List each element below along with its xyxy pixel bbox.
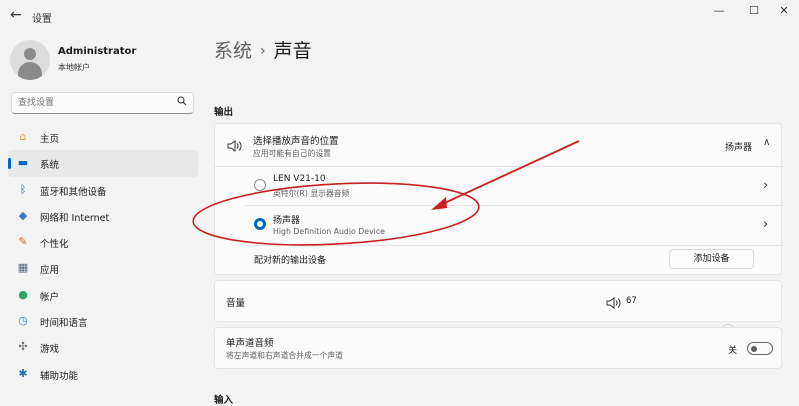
window-title: 设置 [32,14,52,25]
choose-output-title: 选择播放声音的位置 [253,136,339,147]
sidebar-item-account[interactable]: ● 帐户 [8,282,198,308]
search-box[interactable] [11,92,194,114]
output-device-len[interactable]: LEN V21-10 英特尔(R) 显示器音频 › [215,167,783,205]
sidebar-item-label: 主页 [40,134,60,145]
choose-output-subtitle: 应用可能有自己的设置 [253,149,331,158]
clock-globe-icon: ◷ [18,314,28,328]
volume-value: 67 [626,296,637,306]
volume-icon[interactable] [605,295,621,314]
accessibility-icon: ✱ [18,366,28,380]
sidebar-item-label: 个性化 [40,239,69,251]
pair-output-label: 配对新的输出设备 [254,256,327,266]
brush-icon: ✎ [18,235,28,249]
sidebar-item-bluetooth[interactable]: ᛒ 蓝牙和其他设备 [8,177,198,203]
sidebar-item-brush[interactable]: ✎ 个性化 [8,229,198,255]
sidebar-item-label: 帐户 [40,291,60,303]
maximize-button[interactable]: ☐ [739,4,769,20]
sidebar-item-accessibility[interactable]: ✱ 辅助功能 [8,361,198,387]
sidebar-item-label: 游戏 [40,344,60,356]
add-device-button[interactable]: 添加设备 [669,249,754,269]
input-heading: 输入 [214,395,234,406]
nav-list: ⌂ 主页 ▬ 系统 ᛒ 蓝牙和其他设备 ◆ 网络和 Internet ✎ 个性化 ▦ 应用 ● 帐户 ◷ 时间… [8,124,198,387]
account-type: 本地帐户 [58,63,90,72]
sidebar-item-label: 系统 [40,160,60,172]
speaker-icon [226,138,242,157]
sidebar-item-system[interactable]: ▬ 系统 [8,150,198,177]
breadcrumb-separator: › [260,43,266,59]
volume-card: 音量 67 [214,280,782,322]
breadcrumb: 系统 › 声音 [214,36,312,63]
gamepad-icon: ✣ [18,340,28,354]
sidebar-item-label: 蓝牙和其他设备 [40,186,107,198]
search-icon[interactable] [177,96,187,109]
mono-audio-card: 单声道音频 将左声道和右声道合并成一个声道 关 [214,327,782,369]
mono-audio-toggle[interactable] [747,342,773,355]
search-input[interactable] [18,96,168,110]
sidebar-item-label: 网络和 Internet [40,212,110,224]
chevron-right-icon[interactable]: › [763,217,768,232]
output-card: 选择播放声音的位置 应用可能有自己的设置 扬声器 ∧ LEN V21-10 英特… [214,123,783,275]
device-name-speaker: 扬声器 [273,216,301,226]
back-arrow-icon[interactable]: ← [10,7,22,23]
mono-audio-state: 关 [728,346,738,356]
sidebar-item-apps[interactable]: ▦ 应用 [8,255,198,281]
sidebar-item-label: 辅助功能 [40,370,79,382]
radio-len[interactable] [254,179,266,191]
sidebar-item-gamepad[interactable]: ✣ 游戏 [8,334,198,360]
device-name-len: LEN V21-10 [273,174,326,184]
main-content: 系统 › 声音 输出 选择播放声音的位置 应用可能有自己的设置 扬声器 ∧ LEN … [214,32,784,406]
close-button[interactable]: ✕ [769,4,799,20]
sidebar-item-clock-globe[interactable]: ◷ 时间和语言 [8,308,198,334]
volume-label: 音量 [226,298,246,309]
home-icon: ⌂ [19,130,27,143]
apps-icon: ▦ [17,261,29,275]
radio-speaker[interactable] [254,218,266,230]
user-profile[interactable]: Administrator 本地帐户 [10,40,200,84]
chevron-right-icon[interactable]: › [763,178,768,193]
mono-audio-title: 单声道音频 [226,338,274,349]
selected-output-value[interactable]: 扬声器 [725,140,752,153]
minimize-button[interactable]: — [704,4,734,20]
sidebar-item-label: 应用 [40,265,60,277]
chevron-up-icon[interactable]: ∧ [763,137,770,148]
mono-audio-subtitle: 将左声道和右声道合并成一个声道 [226,351,343,360]
account-icon: ● [18,287,28,301]
output-device-speaker[interactable]: 扬声器 High Definition Audio Device › [215,206,783,244]
sidebar-item-wifi[interactable]: ◆ 网络和 Internet [8,203,198,229]
user-name: Administrator [58,46,137,57]
avatar [10,40,50,80]
system-icon: ▬ [17,156,29,170]
page-title: 声音 [273,40,312,62]
sidebar-item-label: 时间和语言 [40,318,88,330]
output-heading: 输出 [214,107,234,118]
device-desc-len: 英特尔(R) 显示器音频 [273,189,350,198]
breadcrumb-parent[interactable]: 系统 [214,40,252,62]
wifi-icon: ◆ [18,208,28,222]
device-desc-speaker: High Definition Audio Device [273,227,385,236]
sidebar: Administrator 本地帐户 ⌂ 主页 ▬ 系统 ᛒ 蓝牙和其他设备 ◆ 网络和 In… [0,32,200,400]
divider [245,245,783,246]
sidebar-item-home[interactable]: ⌂ 主页 [8,124,198,150]
bluetooth-icon: ᛒ [19,182,27,196]
title-bar: ← 设置 — ☐ ✕ [0,0,799,32]
